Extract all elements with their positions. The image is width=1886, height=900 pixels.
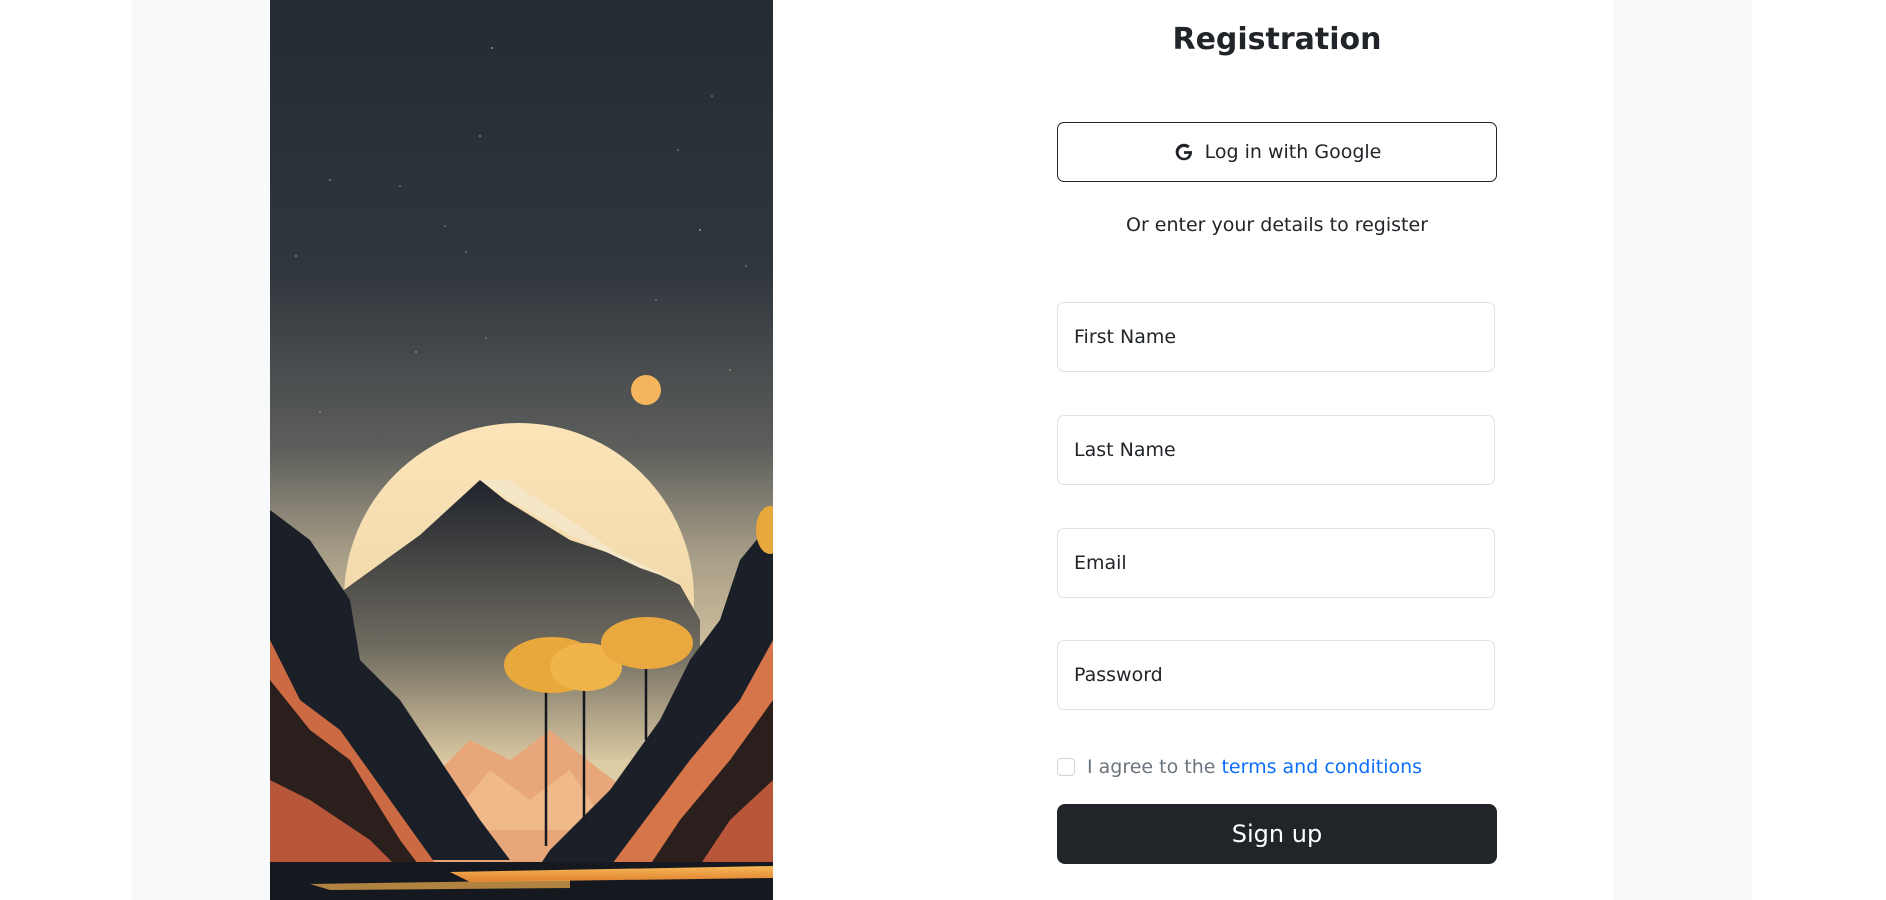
- register-divider-text: Or enter your details to register: [1125, 214, 1428, 236]
- first-name-field[interactable]: [1057, 302, 1495, 372]
- password-field[interactable]: [1057, 640, 1495, 710]
- last-name-field[interactable]: [1057, 415, 1495, 485]
- terms-checkbox[interactable]: [1057, 758, 1075, 776]
- page-title: Registration: [1172, 22, 1382, 57]
- google-login-button[interactable]: Log in with Google: [1057, 122, 1497, 182]
- terms-link[interactable]: terms and conditions: [1221, 756, 1422, 778]
- google-login-label: Log in with Google: [1204, 141, 1382, 163]
- email-field[interactable]: [1057, 528, 1495, 598]
- mountain-landscape-illustration: [270, 0, 773, 900]
- signup-button[interactable]: Sign up: [1057, 804, 1497, 864]
- registration-form: Registration Log in with Google Or enter…: [1057, 0, 1497, 900]
- terms-agreement: I agree to the terms and conditions: [1057, 754, 1497, 780]
- terms-prefix-text: I agree to the: [1087, 756, 1216, 778]
- google-g-icon: [1175, 143, 1193, 161]
